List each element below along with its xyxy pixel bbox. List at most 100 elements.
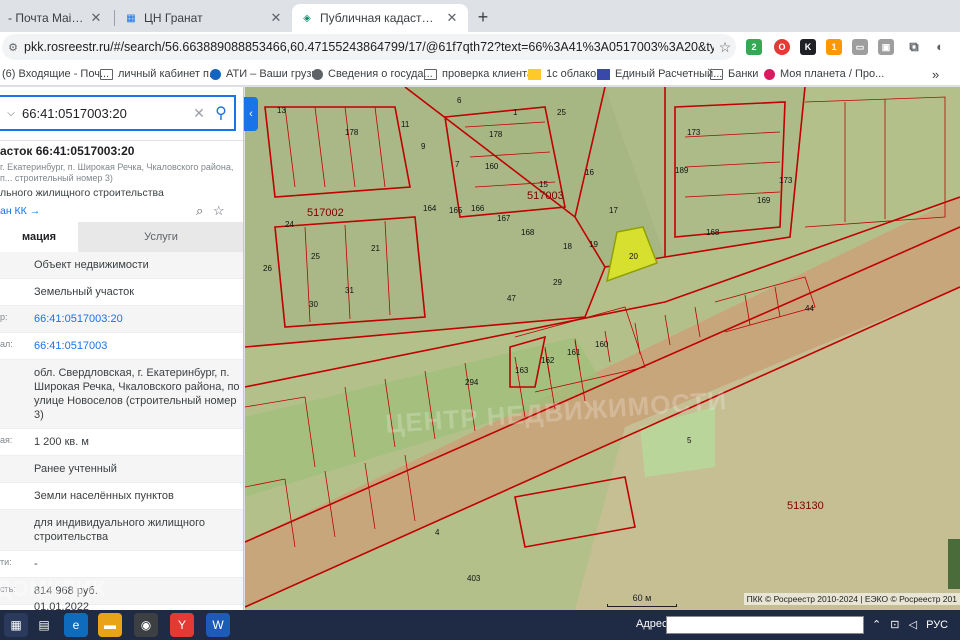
bookmark-cabinet[interactable]: личный кабинет п...: [100, 66, 218, 82]
site-info-icon[interactable]: ⚙: [2, 41, 24, 54]
address-bar[interactable]: ⚙ pkk.rosreestr.ru/#/search/56.663889088…: [2, 34, 736, 60]
property-row: Земельный участок: [0, 279, 243, 306]
clear-icon[interactable]: ✕: [190, 105, 208, 122]
map-copyright: ПКК © Росреестр 2010-2024 | ЕЭКО © Росре…: [743, 593, 960, 605]
parcel-label: 160: [595, 340, 609, 349]
close-icon[interactable]: ✕: [88, 10, 104, 26]
favorite-star-icon[interactable]: ☆: [213, 203, 225, 218]
bookmark-planet[interactable]: Моя планета / Про...: [764, 66, 884, 82]
url-text[interactable]: pkk.rosreestr.ru/#/search/56.66388908885…: [24, 40, 714, 54]
chrome-icon[interactable]: ◉: [134, 613, 158, 637]
yandex-icon[interactable]: Y: [170, 613, 194, 637]
edge-icon[interactable]: e: [64, 613, 88, 637]
map-canvas[interactable]: 2019181716154729445440329418916816917313…: [245, 87, 960, 610]
bookmark-label: (6) Входящие - Поч...: [2, 68, 110, 80]
bookmark-banks[interactable]: Банки: [710, 66, 758, 82]
property-key: ти:: [0, 557, 12, 567]
opera-icon[interactable]: O: [774, 39, 790, 55]
tab-information[interactable]: мация: [0, 222, 78, 252]
chevron-down-icon[interactable]: ⌵: [0, 108, 22, 119]
property-list: Объект недвижимости Земельный участок р: 66…: [0, 252, 243, 605]
property-row: обл. Свердловская, г. Екатеринбург, п. Ш…: [0, 360, 243, 429]
scale-bar: 60 м: [607, 593, 677, 607]
parcel-label: 31: [345, 286, 354, 295]
bookmark-gosreg[interactable]: Сведения о госуда...: [312, 66, 433, 82]
parcel-label: 168: [706, 228, 720, 237]
close-icon[interactable]: ✕: [268, 10, 284, 26]
start-icon[interactable]: ▦: [4, 613, 28, 637]
bus-icon[interactable]: ▣: [878, 39, 894, 55]
tab-services[interactable]: Услуги: [78, 222, 243, 252]
bookmark-star-icon[interactable]: ☆: [714, 39, 736, 56]
block-label: 517002: [307, 207, 344, 219]
extension-badge-icon[interactable]: 2: [746, 39, 762, 55]
new-tab-button[interactable]: +: [472, 6, 494, 28]
search-icon[interactable]: ⚲: [208, 103, 234, 123]
parcel-label: 164: [423, 204, 437, 213]
property-value: Объект недвижимости: [34, 259, 149, 271]
panel-tabs: мация Услуги: [0, 222, 243, 252]
task-view-icon[interactable]: ▤: [32, 613, 56, 637]
search-input[interactable]: 66:41:0517003:20: [22, 106, 190, 121]
parcel-label: 47: [507, 294, 516, 303]
tab-cadastral-map[interactable]: ◈ Публичная кадастровая карта ✕: [292, 4, 468, 32]
search-field[interactable]: ⌵ 66:41:0517003:20 ✕ ⚲: [0, 95, 236, 131]
bookmark-erc[interactable]: Единый Расчетный...: [597, 66, 722, 82]
minimap-thumbnail[interactable]: [948, 539, 960, 589]
property-row: Объект недвижимости: [0, 252, 243, 279]
folder-icon: [710, 68, 723, 80]
onec-extension-icon[interactable]: 1: [826, 39, 842, 55]
onec-icon: [528, 68, 541, 80]
language-indicator[interactable]: РУС: [926, 619, 948, 631]
taskbar-address-input[interactable]: [666, 616, 864, 634]
bookmark-ati[interactable]: АТИ – Ваши грузы: [210, 66, 319, 82]
parcel-label: 5: [687, 436, 692, 445]
folder-icon: [100, 68, 113, 80]
cadastral-map[interactable]: 20 19 18 17 16 15 47 29 44 5 4 403 294 189 168 169 173 13…: [245, 87, 960, 610]
plan-link[interactable]: ан КК →: [0, 205, 40, 217]
bookmark-label: 1с облако: [546, 68, 597, 80]
property-value: для индивидуального жилищного строительс…: [34, 517, 206, 543]
close-icon[interactable]: ✕: [444, 10, 460, 26]
kaspersky-icon[interactable]: K: [800, 39, 816, 55]
property-value: Земельный участок: [34, 286, 135, 298]
zoom-to-icon[interactable]: ⌕: [196, 203, 203, 218]
property-value[interactable]: 66:41:0517003: [34, 333, 243, 359]
parcel-label: 26: [263, 264, 272, 273]
windows-taskbar: ▦ ▤ e ▬ ◉ Y W Адрес ⌃ ⊡ ◁ РУС: [0, 610, 960, 640]
bookmark-onec[interactable]: 1с облако: [528, 66, 596, 82]
puzzle-icon[interactable]: ⧉: [906, 39, 922, 55]
more-bookmarks-icon[interactable]: »: [932, 66, 939, 82]
property-value: обл. Свердловская, г. Екатеринбург, п. Ш…: [34, 367, 240, 421]
bookmark-mail[interactable]: (6) Входящие - Поч...: [2, 66, 109, 82]
network-icon[interactable]: ⊡: [890, 619, 899, 631]
parcel-label: 178: [345, 128, 359, 137]
tab-separator: [114, 10, 115, 26]
property-value[interactable]: 66:41:0517003:20: [34, 306, 243, 332]
word-icon[interactable]: W: [206, 613, 230, 637]
parcel-label: 173: [779, 176, 793, 185]
chevron-up-icon[interactable]: ⌃: [872, 619, 881, 631]
property-row: ти: -: [0, 551, 243, 578]
parcel-label: 166: [471, 204, 485, 213]
tab-mail[interactable]: - Почта Mail.ru ✕: [0, 4, 112, 32]
tab-granat[interactable]: ▦ ЦН Гранат ✕: [116, 4, 292, 32]
object-purpose: льного жилищного строительства: [0, 187, 164, 199]
briefcase-icon[interactable]: ▭: [852, 39, 868, 55]
explorer-icon[interactable]: ▬: [98, 613, 122, 637]
bookmark-client-check[interactable]: проверка клиента: [424, 66, 533, 82]
parcel-label: 163: [515, 366, 529, 375]
parcel-label: 178: [489, 130, 503, 139]
profile-icon[interactable]: ◐: [932, 39, 948, 55]
tab-title: ЦН Гранат: [144, 11, 203, 25]
volume-icon[interactable]: ◁: [909, 619, 917, 631]
parcel-label: 17: [609, 206, 618, 215]
parcel-label: 167: [497, 214, 511, 223]
parcel-label: 11: [401, 120, 410, 129]
parcel-label: 18: [563, 242, 572, 251]
property-row: ая: 1 200 кв. м: [0, 429, 243, 456]
parcel-label: 20: [629, 252, 638, 261]
bookmark-label: Сведения о госуда...: [328, 68, 433, 80]
bookmark-label: Банки: [728, 68, 759, 80]
collapse-panel-button[interactable]: ‹: [244, 97, 258, 131]
